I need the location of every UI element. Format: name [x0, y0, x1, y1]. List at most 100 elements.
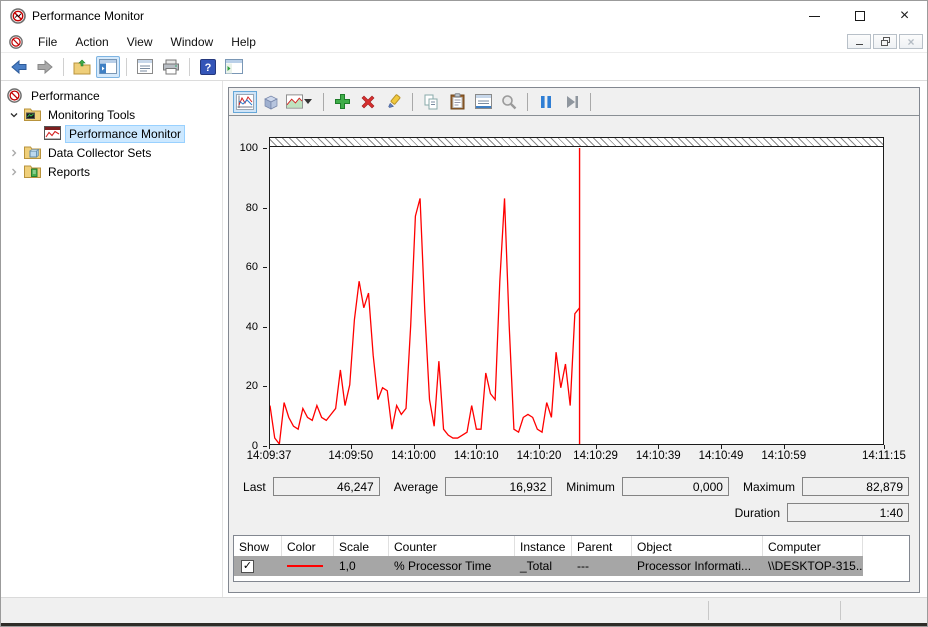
x-tick-mark	[414, 445, 415, 449]
add-counter-button[interactable]	[330, 91, 354, 113]
clipboard-icon	[450, 93, 465, 110]
copy-icon	[423, 94, 439, 110]
tree-item-monitoring-tools[interactable]: Monitoring Tools	[1, 105, 222, 124]
counter-table: Show Color Scale Counter Instance Parent…	[233, 535, 910, 582]
paste-counter-list-button[interactable]	[445, 91, 469, 113]
properties-button[interactable]	[133, 56, 157, 78]
tree-item-reports[interactable]: Reports	[1, 162, 222, 181]
skip-to-end-icon	[565, 95, 579, 109]
x-tick-mark	[596, 445, 597, 449]
print-button[interactable]	[159, 56, 183, 78]
maximize-button[interactable]	[837, 1, 882, 31]
help-button[interactable]: ?	[196, 56, 220, 78]
x-tick-label: 14:09:50	[328, 450, 373, 462]
title-bar: Performance Monitor ×	[1, 1, 927, 31]
processor-time-series	[270, 198, 580, 444]
perfmon-logo-icon	[7, 88, 24, 103]
menu-file[interactable]: File	[29, 32, 66, 52]
x-tick-mark	[351, 445, 352, 449]
x-tick-label: 14:10:10	[454, 450, 499, 462]
chart-top-hatch	[270, 138, 883, 147]
x-tick-label: 14:10:49	[699, 450, 744, 462]
menu-view[interactable]: View	[118, 32, 162, 52]
console-tree-toggle-button[interactable]	[96, 56, 120, 78]
properties-dialog-icon	[475, 94, 492, 109]
properties-button[interactable]	[471, 91, 495, 113]
chevron-down-icon[interactable]	[8, 109, 20, 121]
menu-help[interactable]: Help	[222, 32, 265, 52]
average-label: Average	[394, 480, 438, 494]
folder-report-icon	[24, 164, 41, 179]
folder-up-icon	[73, 59, 91, 75]
line-chart-icon	[44, 126, 61, 141]
menu-window[interactable]: Window	[162, 32, 223, 52]
magnifier-icon	[501, 94, 517, 110]
up-one-level-button[interactable]	[70, 56, 94, 78]
status-bar	[1, 597, 927, 623]
change-graph-type-button[interactable]	[285, 91, 317, 113]
col-header-counter[interactable]: Counter	[389, 536, 515, 556]
action-pane-toggle-button[interactable]	[222, 56, 246, 78]
highlight-button[interactable]	[382, 91, 406, 113]
window-bottom-edge	[1, 623, 927, 626]
chart-plot-area	[270, 148, 883, 444]
delete-counter-button[interactable]	[356, 91, 380, 113]
duration-label: Duration	[735, 506, 780, 520]
child-restore-icon	[881, 37, 890, 46]
tree-item-performance[interactable]: Performance	[1, 86, 222, 105]
child-close-button[interactable]: ×	[899, 34, 923, 49]
counter-table-header: Show Color Scale Counter Instance Parent…	[234, 536, 909, 556]
y-tick-label: 20	[246, 380, 258, 392]
view-current-activity-button[interactable]	[233, 91, 257, 113]
perfmon-logo-icon	[10, 8, 26, 24]
tree-item-label-selected: Performance Monitor	[65, 125, 185, 143]
col-header-instance[interactable]: Instance	[515, 536, 572, 556]
plus-icon	[334, 93, 351, 110]
freeze-display-button[interactable]	[534, 91, 558, 113]
col-header-filler	[863, 536, 909, 556]
col-header-object[interactable]: Object	[632, 536, 763, 556]
action-pane-icon	[225, 59, 243, 74]
col-header-computer[interactable]: Computer	[763, 536, 863, 556]
tree-item-data-collector-sets[interactable]: Data Collector Sets	[1, 143, 222, 162]
perfmon-logo-icon-small	[9, 35, 23, 49]
x-tick-label: 14:10:00	[391, 450, 436, 462]
minimum-value: 0,000	[622, 477, 729, 496]
tree-item-performance-monitor[interactable]: Performance Monitor	[1, 124, 222, 143]
child-close-icon: ×	[907, 36, 914, 48]
show-checkbox[interactable]: ✓	[241, 560, 254, 573]
forward-icon	[36, 59, 54, 75]
counter-row[interactable]: ✓ 1,0 % Processor Time _Total --- Proces…	[234, 556, 909, 576]
x-tick-mark	[658, 445, 659, 449]
copy-properties-button[interactable]	[419, 91, 443, 113]
view-log-data-button[interactable]	[259, 91, 283, 113]
child-restore-button[interactable]	[873, 34, 897, 49]
x-tick-label: 14:10:20	[517, 450, 562, 462]
col-header-color[interactable]: Color	[282, 536, 334, 556]
y-tick-label: 60	[246, 261, 258, 273]
col-header-parent[interactable]: Parent	[572, 536, 632, 556]
x-tick-mark	[539, 445, 540, 449]
object-cell: Processor Informati...	[632, 556, 763, 576]
zoom-button[interactable]	[497, 91, 521, 113]
printer-icon	[162, 59, 180, 75]
menu-action[interactable]: Action	[66, 32, 117, 52]
update-data-button[interactable]	[560, 91, 584, 113]
back-button[interactable]	[7, 56, 31, 78]
col-header-scale[interactable]: Scale	[334, 536, 389, 556]
dropdown-arrow-icon	[304, 99, 312, 104]
close-button[interactable]: ×	[882, 1, 927, 31]
line-chart-icon	[236, 94, 254, 110]
parent-cell: ---	[572, 556, 632, 576]
counter-cell: % Processor Time	[389, 556, 515, 576]
forward-button[interactable]	[33, 56, 57, 78]
x-tick-label: 14:09:37	[247, 450, 292, 462]
x-tick-label: 14:11:15	[862, 450, 906, 462]
chart-series-svg	[270, 148, 883, 444]
minimize-button[interactable]	[792, 1, 837, 31]
child-minimize-button[interactable]	[847, 34, 871, 49]
chevron-right-icon[interactable]	[8, 166, 20, 178]
window-title: Performance Monitor	[32, 9, 144, 23]
chevron-right-icon[interactable]	[8, 147, 20, 159]
col-header-show[interactable]: Show	[234, 536, 282, 556]
